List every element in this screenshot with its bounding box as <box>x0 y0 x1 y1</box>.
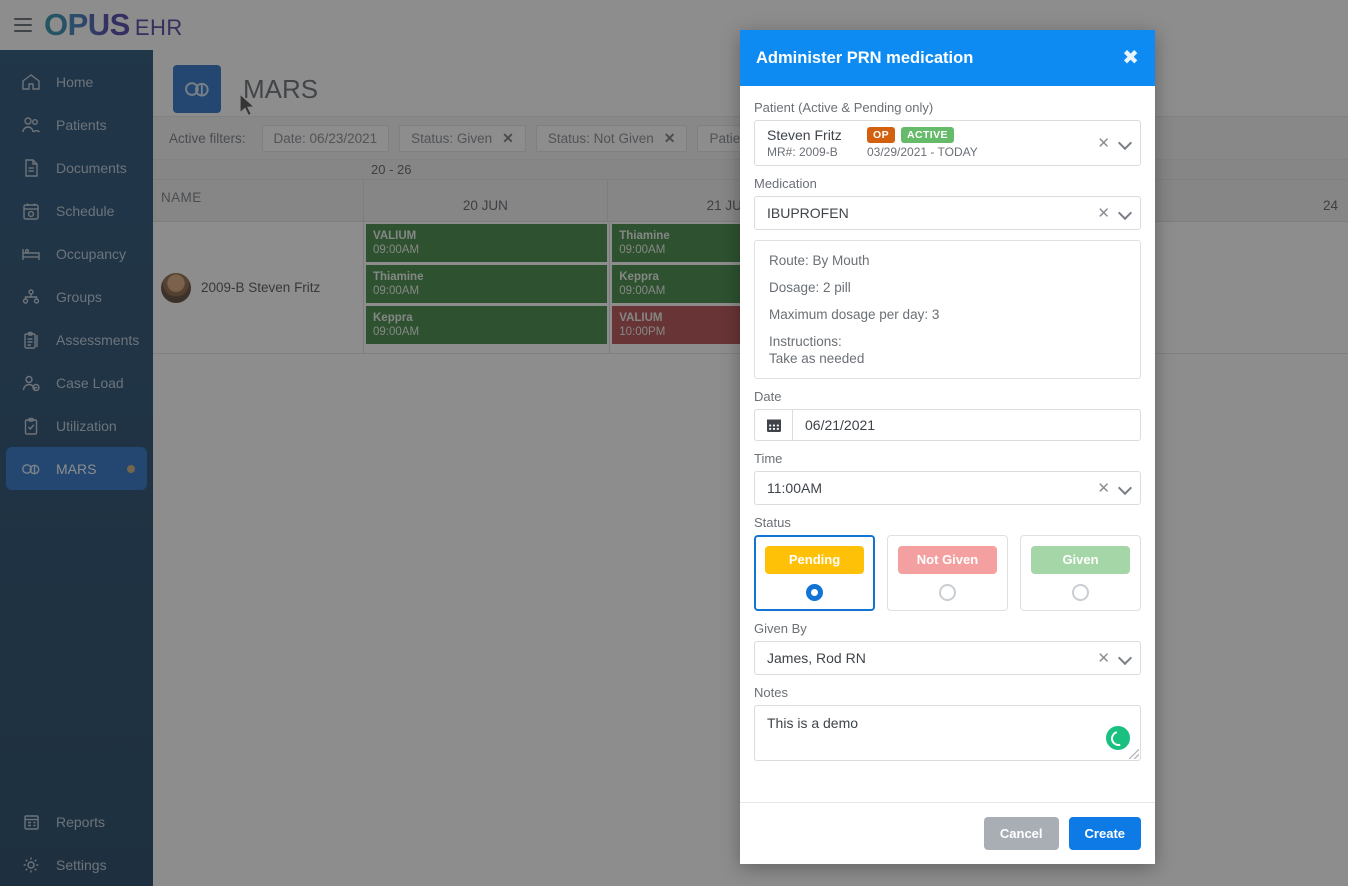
chevron-down-icon[interactable] <box>1118 651 1132 665</box>
time-field: Time 11:00AM ✕ <box>754 451 1141 505</box>
status-option-not-given[interactable]: Not Given <box>887 535 1008 611</box>
calendar-icon[interactable] <box>755 410 793 440</box>
loading-spinner-icon <box>1106 726 1130 750</box>
medication-label: Medication <box>754 176 817 191</box>
given-by-select[interactable]: James, Rod RN ✕ <box>754 641 1141 675</box>
given-by-label: Given By <box>754 621 807 636</box>
status-option-given[interactable]: Given <box>1020 535 1141 611</box>
modal-header: Administer PRN medication ✖ <box>740 30 1155 86</box>
resize-handle[interactable] <box>1129 749 1139 759</box>
patient-field: Patient (Active & Pending only) Steven F… <box>754 100 1141 166</box>
status-options: Pending Not Given Given <box>754 535 1141 611</box>
time-label: Time <box>754 451 783 466</box>
modal-overlay[interactable]: Administer PRN medication ✖ Patient (Act… <box>0 0 1348 886</box>
modal-title: Administer PRN medication <box>756 48 974 67</box>
notes-field: Notes This is a demo <box>754 685 1141 761</box>
medication-field: Medication IBUPROFEN ✕ <box>754 176 1141 230</box>
cancel-button[interactable]: Cancel <box>983 817 1059 850</box>
time-value: 11:00AM <box>767 480 822 496</box>
medication-details: Route: By Mouth Dosage: 2 pill Maximum d… <box>754 240 1141 379</box>
status-badge: Pending <box>765 546 864 574</box>
medication-instructions-label: Instructions: <box>769 334 842 349</box>
clear-icon[interactable]: ✕ <box>1097 649 1110 667</box>
patient-mr: MR#: 2009-B <box>767 145 838 159</box>
date-value: 06/21/2021 <box>805 417 876 433</box>
notes-label: Notes <box>754 685 788 700</box>
medication-select[interactable]: IBUPROFEN ✕ <box>754 196 1141 230</box>
chevron-down-icon[interactable] <box>1118 481 1132 495</box>
date-input[interactable]: 06/21/2021 <box>754 409 1141 441</box>
clear-icon[interactable]: ✕ <box>1097 479 1110 497</box>
modal-body: Patient (Active & Pending only) Steven F… <box>740 86 1155 802</box>
medication-route: Route: By Mouth <box>769 253 870 268</box>
modal-footer: Cancel Create <box>740 802 1155 864</box>
administer-prn-modal: Administer PRN medication ✖ Patient (Act… <box>740 30 1155 864</box>
notes-value: This is a demo <box>767 715 859 731</box>
radio-given[interactable] <box>1072 584 1089 601</box>
given-by-field: Given By James, Rod RN ✕ <box>754 621 1141 675</box>
status-badge: Not Given <box>898 546 997 574</box>
patient-badges: OP ACTIVE <box>867 127 1097 143</box>
status-badge: OP <box>867 127 895 143</box>
patient-name: Steven Fritz <box>767 127 842 143</box>
create-button[interactable]: Create <box>1068 817 1141 850</box>
patient-date-range: 03/29/2021 - TODAY <box>867 145 978 159</box>
status-badge: Given <box>1031 546 1130 574</box>
medication-dosage: Dosage: 2 pill <box>769 280 851 295</box>
status-option-pending[interactable]: Pending <box>754 535 875 611</box>
clear-icon[interactable]: ✕ <box>1097 204 1110 222</box>
time-select[interactable]: 11:00AM ✕ <box>754 471 1141 505</box>
notes-textarea[interactable]: This is a demo <box>754 705 1141 761</box>
patient-label: Patient (Active & Pending only) <box>754 100 934 115</box>
radio-pending[interactable] <box>806 584 823 601</box>
date-label: Date <box>754 389 782 404</box>
close-icon[interactable]: ✖ <box>1122 48 1139 68</box>
chevron-down-icon[interactable] <box>1118 206 1132 220</box>
chevron-down-icon[interactable] <box>1118 136 1132 150</box>
status-field: Status Pending Not Given Given <box>754 515 1141 611</box>
status-badge: ACTIVE <box>900 127 954 143</box>
given-by-value: James, Rod RN <box>767 650 866 666</box>
medication-value: IBUPROFEN <box>767 205 849 221</box>
date-field: Date 06/21/2021 <box>754 389 1141 441</box>
patient-select[interactable]: Steven Fritz OP ACTIVE MR#: 2009-B 03/29… <box>754 120 1141 166</box>
medication-max-per-day: Maximum dosage per day: 3 <box>769 307 940 322</box>
clear-icon[interactable]: ✕ <box>1097 134 1110 152</box>
radio-not-given[interactable] <box>939 584 956 601</box>
status-label: Status <box>754 515 791 530</box>
medication-instructions-value: Take as needed <box>769 351 865 366</box>
patient-info: Steven Fritz OP ACTIVE MR#: 2009-B 03/29… <box>767 127 1097 159</box>
